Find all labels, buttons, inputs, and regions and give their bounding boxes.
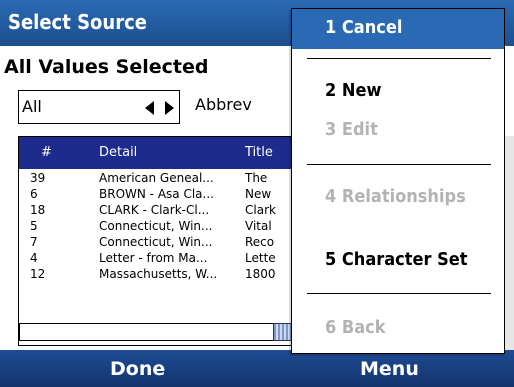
- cell-number: 7: [30, 235, 38, 249]
- cell-detail: Massachusetts, W...: [99, 267, 218, 281]
- filter-heading: All Values Selected: [4, 56, 209, 78]
- cell-number: 18: [30, 203, 46, 217]
- arrow-right-icon[interactable]: [165, 101, 174, 115]
- popup-menu: 1 Cancel 2 New 3 Edit 4 Relationships 5 …: [291, 8, 505, 354]
- arrow-left-icon[interactable]: [145, 101, 154, 115]
- menu-separator: [307, 58, 491, 59]
- column-header-title[interactable]: Title: [245, 145, 273, 160]
- cell-detail: CLARK - Clark-Cl...: [99, 203, 210, 217]
- cell-number: 4: [30, 251, 38, 265]
- picker-value: All: [22, 97, 42, 116]
- menu-softkey[interactable]: Menu: [360, 358, 419, 380]
- softkey-bar: Done Menu: [0, 350, 514, 387]
- menu-separator: [307, 293, 491, 294]
- sort-label[interactable]: Abbrev: [195, 95, 252, 114]
- menu-item-relationships: 4 Relationships: [325, 186, 466, 207]
- column-header-number[interactable]: #: [41, 145, 52, 160]
- window-title: Select Source: [8, 10, 147, 34]
- menu-item-cancel[interactable]: 1 Cancel: [292, 9, 504, 49]
- menu-item-edit: 3 Edit: [325, 119, 378, 140]
- menu-item-back: 6 Back: [325, 317, 386, 338]
- cell-number: 12: [30, 267, 46, 281]
- cell-detail: Connecticut, Win...: [99, 235, 213, 249]
- done-softkey[interactable]: Done: [110, 358, 165, 380]
- column-header-detail[interactable]: Detail: [99, 145, 137, 160]
- horizontal-scrollbar[interactable]: [19, 323, 299, 341]
- cell-detail: American Geneal...: [99, 171, 214, 185]
- cell-number: 6: [30, 187, 38, 201]
- cell-detail: Letter - from Ma...: [99, 251, 208, 265]
- menu-separator: [307, 164, 491, 165]
- menu-item-new[interactable]: 2 New: [292, 72, 504, 112]
- cell-detail: BROWN - Asa Cla...: [99, 187, 214, 201]
- filter-picker[interactable]: All: [18, 90, 180, 124]
- cell-detail: Connecticut, Win...: [99, 219, 213, 233]
- cell-number: 5: [30, 219, 38, 233]
- menu-item-character-set[interactable]: 5 Character Set: [292, 241, 504, 281]
- cell-number: 39: [30, 171, 46, 185]
